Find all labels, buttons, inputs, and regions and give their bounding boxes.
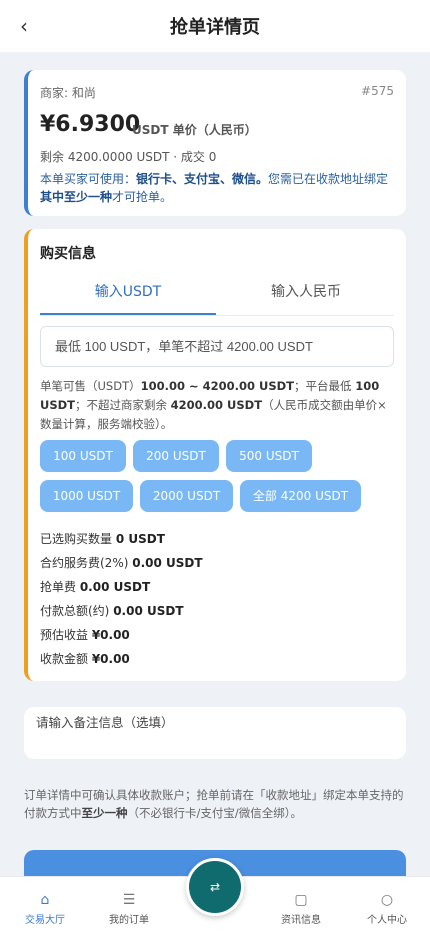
summary-estimated-income: 预估收益 ¥0.00 xyxy=(40,628,130,642)
summary-receive-amount: 收款金额 ¥0.00 xyxy=(40,652,130,666)
order-info-card: 商家: 和尚 #575 ¥6.9300 USDT 单价（人民币） 剩余 4200… xyxy=(24,70,406,216)
merchant-name: 商家: 和尚 xyxy=(40,86,96,100)
tabbar-label: 资讯信息 xyxy=(281,915,321,926)
tab-input-rmb[interactable]: 输入人民币 xyxy=(218,277,394,315)
list-icon: ☰ xyxy=(122,892,136,908)
summary-grab-fee: 抢单费 0.00 USDT xyxy=(40,580,151,594)
summary-service-fee: 合约服务费(2%) 0.00 USDT xyxy=(40,556,203,570)
footnote: 订单详情中可确认具体收款账户；抢单前请在「收款地址」绑定本单支持的付款方式中至少… xyxy=(24,788,404,820)
tabbar-item-my-orders[interactable]: ☰ 我的订单 xyxy=(84,891,174,926)
tabbar-label: 个人中心 xyxy=(367,915,407,926)
quick-amount-2000[interactable]: 2000 USDT xyxy=(140,480,233,512)
header: ‹ 抢单详情页 xyxy=(0,0,430,52)
summary-quantity: 已选购买数量 0 USDT xyxy=(40,532,165,546)
usdt-amount-input[interactable] xyxy=(40,326,394,367)
page-title: 抢单详情页 xyxy=(170,17,260,38)
remaining-amount: 剩余 4200.0000 USDT · 成交 0 xyxy=(40,150,217,164)
tabbar-item-news[interactable]: ▢ 资讯信息 xyxy=(256,891,346,926)
quick-amount-500[interactable]: 500 USDT xyxy=(226,440,312,472)
buy-info-card: 购买信息 输入USDT 输入人民币 单笔可售（USDT）100.00 ~ 420… xyxy=(24,229,406,681)
price-unit-label: USDT 单价（人民币） xyxy=(132,123,257,137)
section-title: 购买信息 xyxy=(40,246,96,262)
home-icon: ⌂ xyxy=(40,892,50,908)
remark-input[interactable] xyxy=(36,716,386,730)
quick-amount-200[interactable]: 200 USDT xyxy=(133,440,219,472)
quick-amount-1000[interactable]: 1000 USDT xyxy=(40,480,133,512)
amount-limit-hint: 单笔可售（USDT）100.00 ~ 4200.00 USDT；平台最低 100… xyxy=(40,379,387,431)
order-number: #575 xyxy=(361,84,394,98)
circle-icon: ○ xyxy=(380,892,394,908)
quick-amount-all[interactable]: 全部 4200 USDT xyxy=(240,480,361,512)
tabbar-item-profile[interactable]: ○ 个人中心 xyxy=(342,891,430,926)
tabbar-item-trade-hall[interactable]: ⌂ 交易大厅 xyxy=(0,891,90,926)
payment-method-notice: 本单买家可使用：银行卡、支付宝、微信。您需已在收款地址绑定其中至少一种才可抢单。 xyxy=(40,172,389,204)
center-exchange-button[interactable]: ⇄ xyxy=(186,858,244,916)
exchange-icon: ⇄ xyxy=(209,880,221,894)
tabbar-label: 交易大厅 xyxy=(25,915,65,926)
quick-amount-100[interactable]: 100 USDT xyxy=(40,440,126,472)
tab-input-usdt[interactable]: 输入USDT xyxy=(40,277,216,315)
tabbar-label: 我的订单 xyxy=(109,915,149,926)
unit-price: ¥6.9300 xyxy=(40,112,141,137)
remark-card xyxy=(24,707,406,759)
square-icon: ▢ xyxy=(294,892,308,908)
tab-divider xyxy=(40,315,394,316)
summary-total-payment: 付款总额(约) 0.00 USDT xyxy=(40,604,184,618)
